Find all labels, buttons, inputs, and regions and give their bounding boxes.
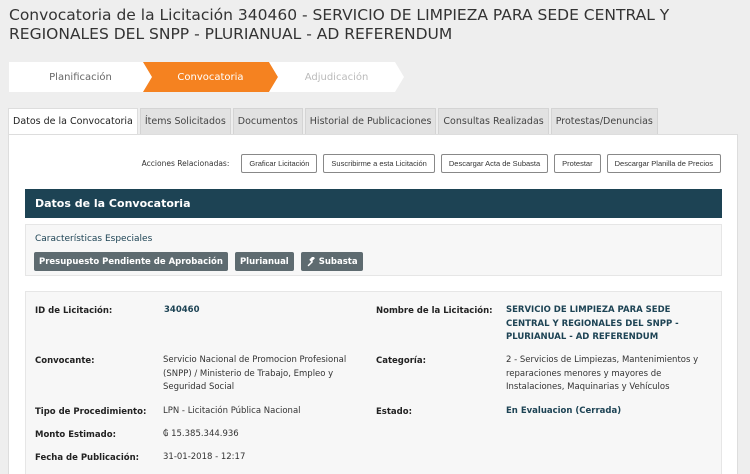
step-label: Convocatoria [177,71,244,83]
badge-subasta: Subasta [300,252,363,271]
section-header: Datos de la Convocatoria [25,189,722,218]
features-title: Características Especiales [35,234,153,244]
tender-details: ID de Licitación: 340460 Nombre de la Li… [25,291,722,474]
process-steps: Planificación Convocatoria Adjudicación [9,62,419,92]
badge-plurianual: Plurianual [234,252,294,271]
estado-label: Estado: [376,407,412,417]
nombre-value[interactable]: SERVICIO DE LIMPIEZA PARA SEDE CENTRAL Y… [506,304,716,345]
id-value[interactable]: 340460 [164,304,200,318]
badge-presupuesto-pendiente: Presupuesto Pendiente de Aprobación [34,252,228,271]
categoria-label: Categoría: [376,356,426,366]
special-features: Características Especiales Presupuesto P… [25,224,722,276]
fecha-label: Fecha de Publicación: [35,453,140,463]
step-adjudicacion: Adjudicación [269,62,404,92]
id-label: ID de Licitación: [35,306,113,316]
convocante-value: Servicio Nacional de Promocion Profesion… [163,355,347,392]
tab-consultas-realizadas[interactable]: Consultas Realizadas [438,108,549,134]
tipo-label: Tipo de Procedimiento: [35,407,147,417]
feature-badges: Presupuesto Pendiente de Aprobación Plur… [34,252,370,271]
badge-subasta-label: Subasta [318,256,358,267]
step-label: Adjudicación [304,71,369,83]
tab-panel: Acciones Relacionadas: Graficar Licitaci… [8,134,738,474]
fecha-value: 31-01-2018 - 12:17 [163,452,246,462]
tab-documentos[interactable]: Documentos [232,108,303,134]
related-actions: Acciones Relacionadas: Graficar Licitaci… [142,154,721,173]
actions-label: Acciones Relacionadas: [141,159,230,168]
monto-label: Monto Estimado: [35,430,116,440]
nombre-label: Nombre de la Licitación: [376,306,493,316]
tipo-value: LPN - Licitación Pública Nacional [163,406,301,416]
tab-protestas-denuncias[interactable]: Protestas/Denuncias [550,108,658,134]
gavel-icon [307,256,315,266]
tab-historial-publicaciones[interactable]: Historial de Publicaciones [304,108,437,134]
step-convocatoria[interactable]: Convocatoria [143,62,278,92]
descargar-acta-subasta-button[interactable]: Descargar Acta de Subasta [440,154,549,173]
descargar-planilla-precios-button[interactable]: Descargar Planilla de Precios [606,154,721,173]
tab-bar: Datos de la Convocatoria Ítems Solicitad… [8,108,660,134]
page-title: Convocatoria de la Licitación 340460 - S… [9,6,670,43]
tab-datos-convocatoria[interactable]: Datos de la Convocatoria [8,108,138,134]
monto-value: ₲ 15.385.344.936 [163,429,239,439]
step-planificacion[interactable]: Planificación [9,62,152,92]
tab-items-solicitados[interactable]: Ítems Solicitados [139,108,231,134]
suscribirme-button[interactable]: Suscribirme a esta Licitación [323,154,435,173]
step-label: Planificación [49,71,112,83]
estado-value: En Evaluacion (Cerrada) [506,406,622,416]
graficar-licitacion-button[interactable]: Graficar Licitación [241,154,318,173]
protestar-button[interactable]: Protestar [554,154,601,173]
categoria-value: 2 - Servicios de Limpiezas, Mantenimient… [506,355,699,392]
convocante-label: Convocante: [35,356,95,366]
